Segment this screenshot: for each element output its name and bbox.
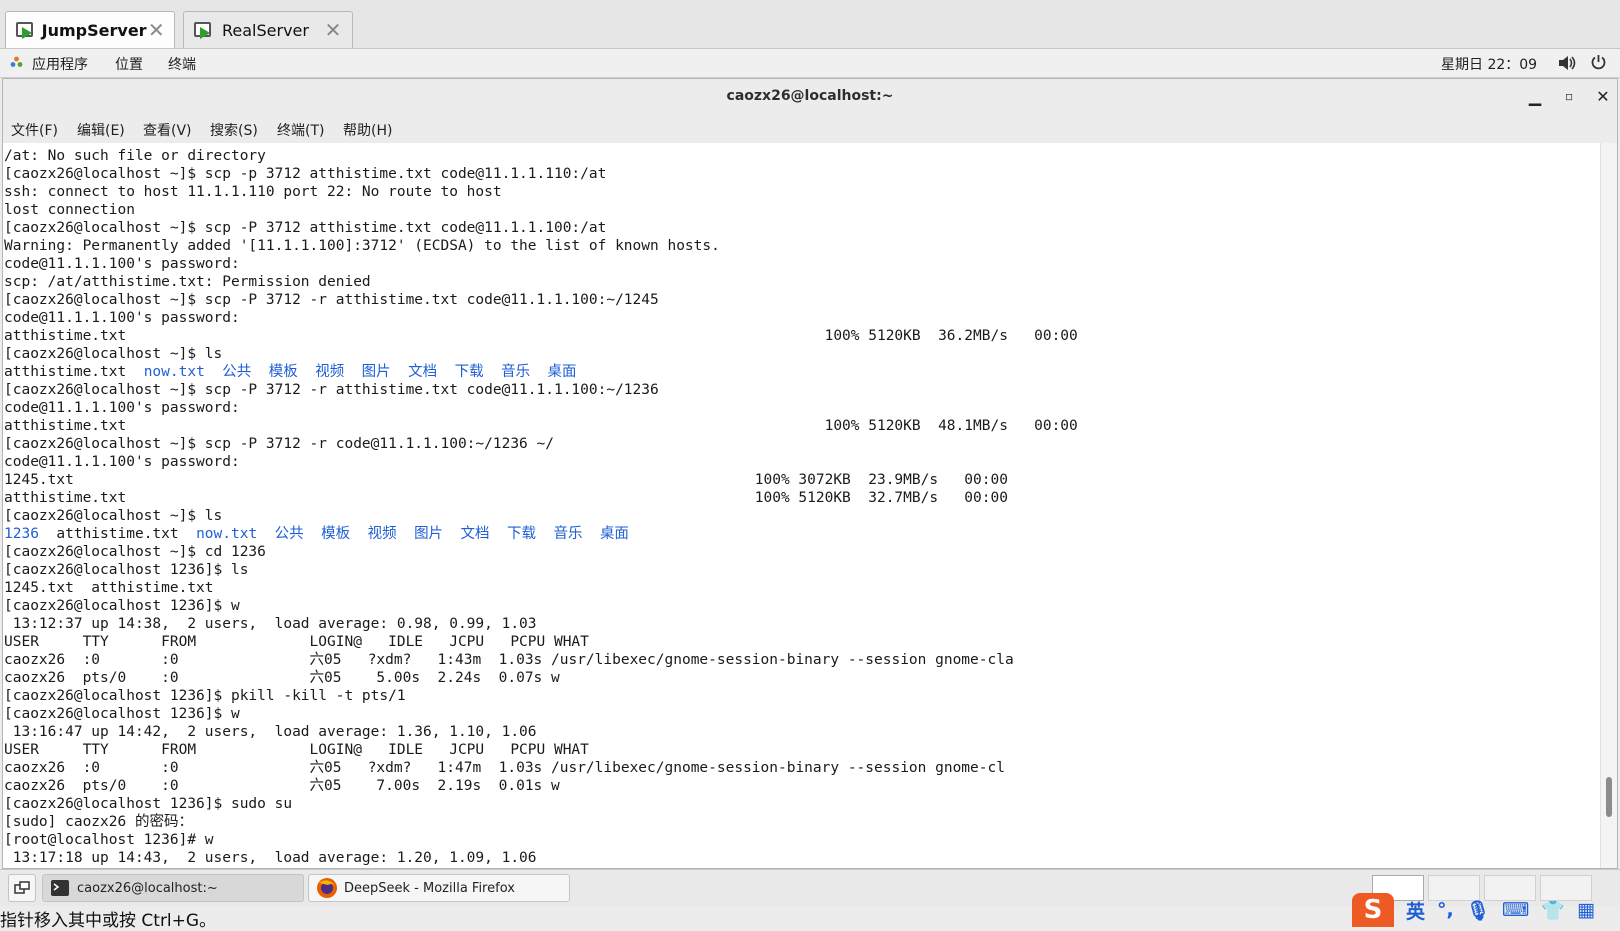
terminal-line: caozx26 :0 :0 六05 ?xdm? 1:47m 1.03s /usr… [4, 760, 1005, 776]
terminal-line: code@11.1.1.100's password: [4, 454, 240, 470]
show-desktop-button[interactable] [8, 874, 36, 902]
menu-terminal[interactable]: 终端 [168, 54, 196, 74]
terminal-line: scp: /at/atthistime.txt: Permission deni… [4, 274, 371, 290]
maximize-button[interactable]: ◽ [1557, 85, 1581, 109]
gnome-top-bar: 应用程序 位置 终端 星期日 22：09 [0, 49, 1620, 78]
ime-toolbar: S 英 °, 🎙 ⌨ 👕 ▦ [1352, 893, 1595, 927]
keyboard-icon[interactable]: ⌨ [1502, 899, 1529, 921]
vm-tab-label: RealServer [222, 20, 309, 40]
ime-language-toggle[interactable]: 英 [1406, 897, 1425, 924]
terminal-line: [sudo] caozx26 的密码： [4, 814, 193, 830]
terminal-window: caozx26@localhost:~ ▁ ◽ ✕ 文件(F) 编辑(E) 查看… [2, 78, 1618, 869]
menu-help[interactable]: 帮助(H) [343, 120, 392, 140]
terminal-line: [caozx26@localhost 1236]$ sudo su [4, 796, 293, 812]
terminal-line: lost connection [4, 202, 135, 218]
terminal-line: 13:12:37 up 14:38, 2 users, load average… [4, 616, 537, 632]
terminal-line: /at: No such file or directory [4, 148, 266, 164]
taskbar-item-label: caozx26@localhost:~ [77, 880, 218, 896]
terminal-lines: /at: No such file or directory [caozx26@l… [4, 147, 1078, 867]
taskbar-item-firefox[interactable]: DeepSeek - Mozilla Firefox [308, 874, 570, 902]
terminal-line: 1236 atthistime.txt now.txt 公共 模板 视频 图片 … [4, 526, 629, 542]
terminal-line: [caozx26@localhost ~]$ ls [4, 508, 223, 524]
terminal-line: [caozx26@localhost 1236]$ ls [4, 562, 249, 578]
terminal-line: atthistime.txt 100% 5120KB 36.2MB/s 00:0… [4, 328, 1078, 344]
vm-status-hint: 指针移入其中或按 Ctrl+G。 [0, 911, 217, 931]
terminal-line: USER TTY FROM LOGIN@ IDLE JCPU PCPU WHAT [4, 634, 589, 650]
scrollbar-thumb[interactable] [1606, 777, 1612, 817]
terminal-line: code@11.1.1.100's password: [4, 400, 240, 416]
terminal-line: [caozx26@localhost ~]$ scp -P 3712 -r at… [4, 382, 659, 398]
vm-play-icon [194, 20, 214, 40]
terminal-line: [caozx26@localhost ~]$ scp -P 3712 -r co… [4, 436, 554, 452]
volume-icon[interactable] [1558, 55, 1576, 71]
close-icon[interactable]: ✕ [147, 18, 166, 42]
vm-tab-label: JumpServer [41, 20, 147, 40]
microphone-icon[interactable]: 🎙 [1466, 899, 1490, 922]
terminal-icon [51, 880, 69, 896]
desktop-icon [14, 881, 30, 894]
terminal-line: 1245.txt 100% 3072KB 23.9MB/s 00:00 [4, 472, 1008, 488]
terminal-line: 1245.txt atthistime.txt [4, 580, 214, 596]
window-title: caozx26@localhost:~ [726, 88, 894, 104]
menu-terminal-sub[interactable]: 终端(T) [277, 120, 324, 140]
power-icon[interactable] [1590, 54, 1607, 71]
terminal-line: caozx26 :0 :0 六05 ?xdm? 1:43m 1.03s /usr… [4, 652, 1014, 668]
terminal-line: [caozx26@localhost ~]$ scp -p 3712 atthi… [4, 166, 607, 182]
vm-play-icon [16, 20, 34, 40]
terminal-line: [caozx26@localhost 1236]$ w [4, 706, 240, 722]
skin-icon[interactable]: 👕 [1541, 899, 1565, 922]
terminal-line: caozx26 pts/0 :0 六05 7.00s 2.19s 0.01s w [4, 778, 560, 794]
close-icon[interactable]: ✕ [322, 18, 344, 42]
vm-tab-jumpserver[interactable]: JumpServer ✕ [5, 11, 175, 48]
clock[interactable]: 星期日 22：09 [1441, 54, 1537, 74]
vm-tab-strip: JumpServer ✕ RealServer ✕ [0, 0, 1620, 49]
minimize-button[interactable]: ▁ [1523, 85, 1547, 109]
terminal-line: atthistime.txt 100% 5120KB 32.7MB/s 00:0… [4, 490, 1008, 506]
terminal-line: code@11.1.1.100's password: [4, 310, 240, 326]
terminal-line: 13:17:18 up 14:43, 2 users, load average… [4, 850, 537, 866]
terminal-line: [root@localhost 1236]# w [4, 832, 214, 848]
terminal-scrollbar[interactable] [1600, 143, 1617, 868]
menu-file[interactable]: 文件(F) [11, 120, 58, 140]
sogou-logo-icon[interactable]: S [1352, 893, 1394, 927]
menu-applications[interactable]: 应用程序 [32, 54, 88, 74]
window-titlebar[interactable]: caozx26@localhost:~ ▁ ◽ ✕ [3, 79, 1617, 116]
terminal-line: [caozx26@localhost ~]$ scp -P 3712 atthi… [4, 220, 607, 236]
terminal-line: Warning: Permanently added '[11.1.1.100]… [4, 238, 720, 254]
terminal-line: code@11.1.1.100's password: [4, 256, 240, 272]
terminal-line: ssh: connect to host 11.1.1.110 port 22:… [4, 184, 502, 200]
close-button[interactable]: ✕ [1591, 85, 1615, 109]
terminal-line: [caozx26@localhost ~]$ cd 1236 [4, 544, 266, 560]
menu-places[interactable]: 位置 [115, 54, 143, 74]
menu-edit[interactable]: 编辑(E) [77, 120, 125, 140]
punctuation-icon[interactable]: °, [1437, 899, 1454, 921]
terminal-line: USER TTY FROM LOGIN@ IDLE JCPU PCPU WHAT [4, 742, 589, 758]
taskbar-item-terminal[interactable]: caozx26@localhost:~ [42, 874, 304, 902]
terminal-line: [caozx26@localhost 1236]$ pkill -kill -t… [4, 688, 406, 704]
terminal-output[interactable]: /at: No such file or directory [caozx26@l… [3, 143, 1601, 868]
applications-icon [10, 56, 23, 67]
menu-view[interactable]: 查看(V) [143, 120, 192, 140]
terminal-line: 13:16:47 up 14:42, 2 users, load average… [4, 724, 537, 740]
terminal-menubar: 文件(F) 编辑(E) 查看(V) 搜索(S) 终端(T) 帮助(H) [3, 115, 1617, 144]
terminal-line: atthistime.txt 100% 5120KB 48.1MB/s 00:0… [4, 418, 1078, 434]
terminal-line: caozx26 pts/0 :0 六05 5.00s 2.24s 0.07s w [4, 670, 560, 686]
menu-search[interactable]: 搜索(S) [210, 120, 258, 140]
taskbar-item-label: DeepSeek - Mozilla Firefox [344, 880, 515, 896]
vm-tab-realserver[interactable]: RealServer ✕ [183, 11, 353, 48]
terminal-line: atthistime.txt now.txt 公共 模板 视频 图片 文档 下载… [4, 364, 577, 380]
toolbox-icon[interactable]: ▦ [1577, 899, 1595, 921]
terminal-line: [caozx26@localhost ~]$ scp -P 3712 -r at… [4, 292, 659, 308]
firefox-icon [317, 878, 337, 898]
terminal-line: [caozx26@localhost 1236]$ w [4, 598, 240, 614]
terminal-line: [caozx26@localhost ~]$ ls [4, 346, 223, 362]
